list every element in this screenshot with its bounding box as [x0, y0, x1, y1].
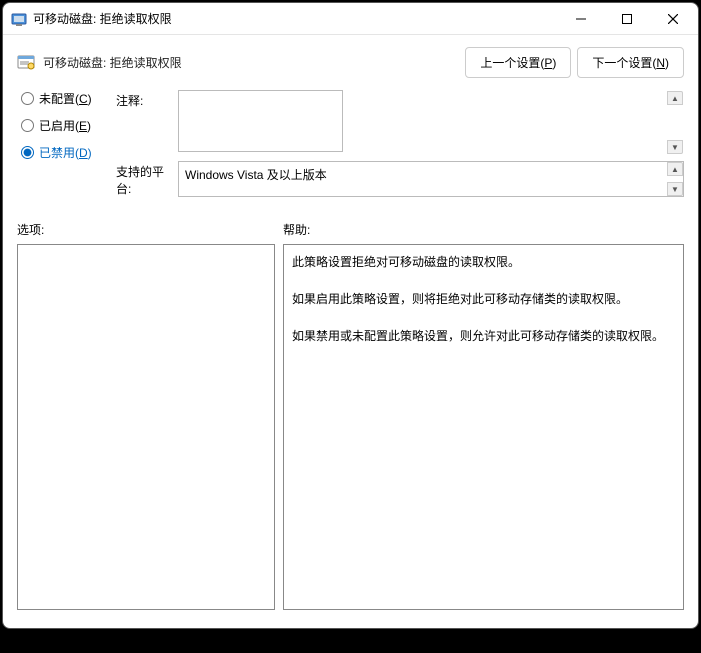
state-radio-group: 未配置(C) 已启用(E) 已禁用(D)	[21, 90, 106, 203]
comment-scroll-up[interactable]: ▲	[667, 91, 683, 105]
comment-scroll-down[interactable]: ▼	[667, 140, 683, 154]
radio-enabled-input[interactable]	[21, 119, 34, 132]
radio-disabled-input[interactable]	[21, 146, 34, 159]
comment-textarea[interactable]	[178, 90, 343, 152]
help-paragraph: 如果禁用或未配置此策略设置，则允许对此可移动存储类的读取权限。	[292, 325, 675, 348]
help-panel: 此策略设置拒绝对可移动磁盘的读取权限。 如果启用此策略设置，则将拒绝对此可移动存…	[283, 244, 684, 610]
policy-icon	[17, 54, 35, 72]
help-paragraph: 如果启用此策略设置，则将拒绝对此可移动存储类的读取权限。	[292, 288, 675, 311]
prev-setting-button[interactable]: 上一个设置(P)	[465, 47, 571, 78]
help-section-label: 帮助:	[283, 221, 310, 238]
comment-label: 注释:	[116, 90, 178, 155]
minimize-button[interactable]	[558, 4, 604, 34]
window-title: 可移动磁盘: 拒绝读取权限	[33, 10, 558, 27]
maximize-button[interactable]	[604, 4, 650, 34]
close-button[interactable]	[650, 4, 696, 34]
policy-editor-window: 可移动磁盘: 拒绝读取权限 可移动磁盘: 拒绝读取权限 上一个设置(P) 下一个…	[2, 2, 699, 629]
platform-scroll-up[interactable]: ▲	[667, 162, 683, 176]
next-setting-button[interactable]: 下一个设置(N)	[577, 47, 684, 78]
policy-name: 可移动磁盘: 拒绝读取权限	[43, 54, 457, 71]
titlebar: 可移动磁盘: 拒绝读取权限	[3, 3, 698, 35]
policy-header: 可移动磁盘: 拒绝读取权限 上一个设置(P) 下一个设置(N)	[3, 35, 698, 86]
help-paragraph: 此策略设置拒绝对可移动磁盘的读取权限。	[292, 251, 675, 274]
radio-disabled[interactable]: 已禁用(D)	[21, 144, 106, 161]
radio-not-configured-input[interactable]	[21, 92, 34, 105]
supported-platform-value: Windows Vista 及以上版本	[185, 168, 327, 182]
platform-scroll-down[interactable]: ▼	[667, 182, 683, 196]
radio-enabled[interactable]: 已启用(E)	[21, 117, 106, 134]
options-section-label: 选项:	[17, 221, 283, 238]
app-icon	[11, 11, 27, 27]
radio-not-configured[interactable]: 未配置(C)	[21, 90, 106, 107]
platform-label: 支持的平台:	[116, 161, 178, 197]
supported-platform-box: Windows Vista 及以上版本	[178, 161, 684, 197]
options-panel	[17, 244, 275, 610]
